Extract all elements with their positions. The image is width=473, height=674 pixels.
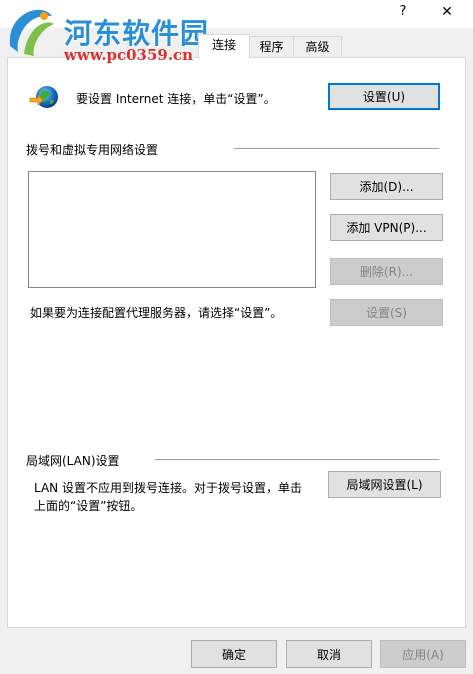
watermark-logo-icon (9, 9, 54, 56)
proxy-text: 如果要为连接配置代理服务器，请选择“设置”。 (30, 306, 283, 320)
lan-text-line1: LAN 设置不应用到拨号连接。对于拨号设置，单击 (34, 481, 302, 495)
cancel-button[interactable]: 取消 (286, 640, 372, 668)
remove-button[interactable]: 删除(R)... (330, 258, 443, 285)
close-button[interactable]: ✕ (435, 2, 459, 22)
watermark-url: www.pc0359.cn (64, 46, 194, 64)
setup-text: 要设置 Internet 连接，单击“设置”。 (76, 92, 276, 106)
setup-button[interactable]: 设置(U) (328, 83, 440, 110)
tab-programs[interactable]: 程序 (248, 36, 295, 58)
add-button[interactable]: 添加(D)... (330, 173, 443, 200)
divider (155, 459, 439, 460)
tab-advanced[interactable]: 高级 (293, 36, 342, 58)
lan-text-line2: 上面的“设置”按钮。 (34, 499, 143, 513)
ok-button[interactable]: 确定 (191, 640, 277, 668)
tab-panel-connections: 要设置 Internet 连接，单击“设置”。 设置(U) 拨号和虚拟专用网络设… (7, 57, 466, 628)
globe-network-icon (29, 86, 58, 108)
dialup-vpn-header: 拨号和虚拟专用网络设置 (26, 143, 159, 157)
lan-header: 局域网(LAN)设置 (26, 454, 120, 468)
tab-connections[interactable]: 连接 (198, 34, 250, 58)
settings-button[interactable]: 设置(S) (330, 299, 443, 326)
add-vpn-button[interactable]: 添加 VPN(P)... (330, 214, 443, 241)
lan-settings-button[interactable]: 局域网设置(L) (328, 471, 441, 498)
connections-list[interactable] (28, 171, 316, 288)
help-button[interactable]: ? (393, 2, 413, 22)
apply-button[interactable]: 应用(A) (380, 640, 466, 668)
divider (234, 148, 439, 149)
